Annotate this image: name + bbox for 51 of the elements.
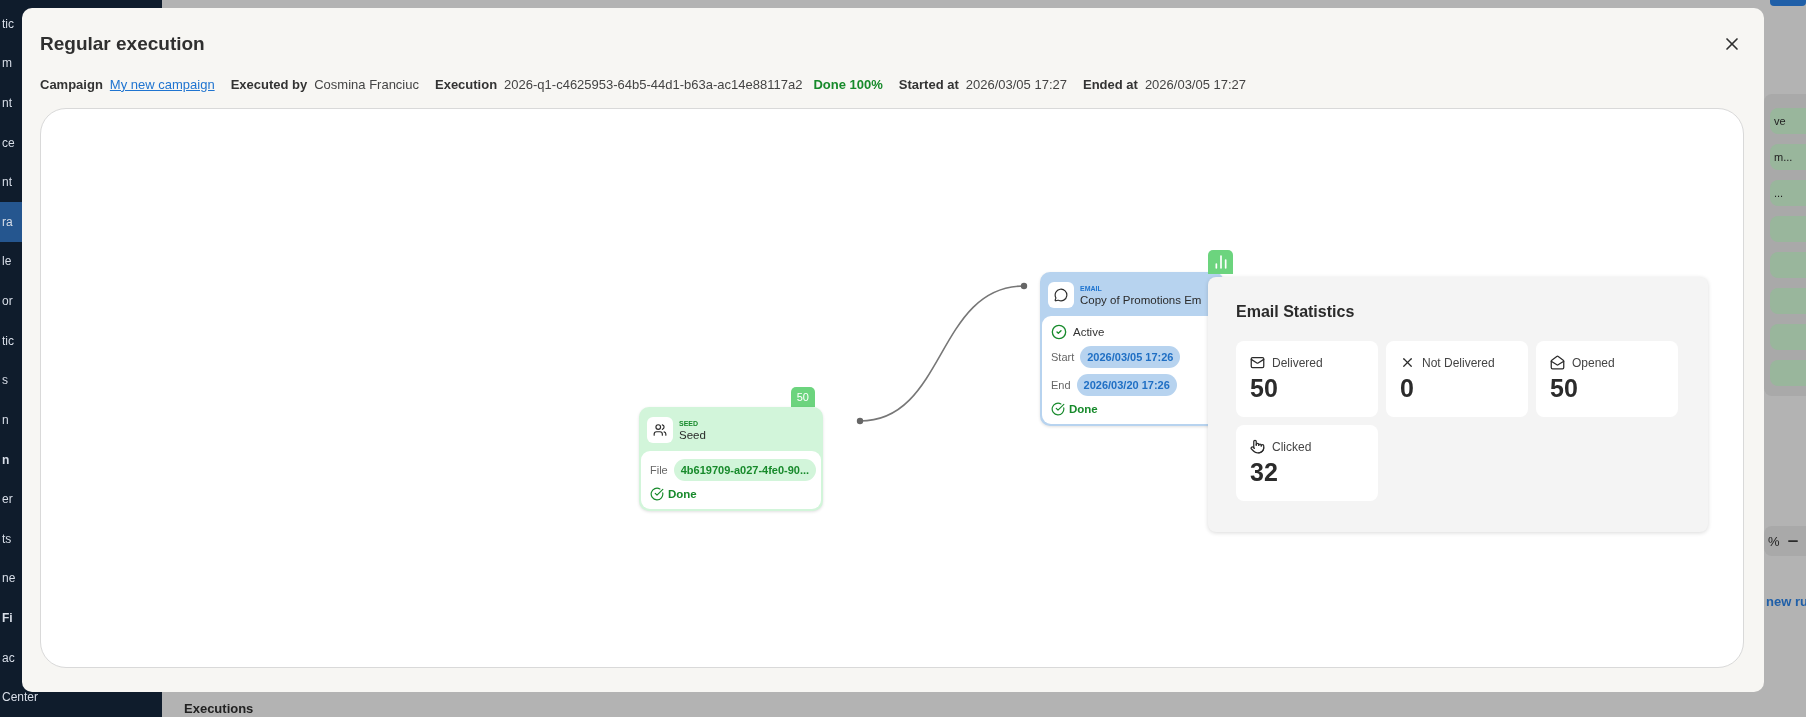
stat-label: Delivered — [1272, 355, 1323, 370]
status-text: Done 100% — [813, 76, 883, 92]
check-circle-icon — [650, 487, 664, 501]
dialog-title: Regular execution — [40, 33, 205, 55]
stat-value: 50 — [1550, 374, 1579, 403]
sidebar-heading: n — [1, 451, 11, 469]
meta-label: Started at — [898, 76, 959, 92]
section-title: Executions — [184, 701, 255, 717]
check-circle-icon — [1051, 402, 1065, 416]
node-title: Copy of Promotions Em — [1080, 293, 1202, 306]
meta-label: Execution — [435, 76, 498, 92]
cross-icon — [1400, 355, 1415, 370]
meta-value: 2026/03/05 17:27 — [965, 76, 1067, 92]
field-value: 2026/03/05 17:26 — [1080, 346, 1181, 368]
meta-label: Executed by — [230, 76, 308, 92]
zoom-reading: % — [1768, 533, 1780, 549]
meta-label: Ended at — [1082, 76, 1138, 92]
users-icon — [653, 423, 667, 437]
field-label: File — [650, 464, 668, 476]
stat-label: Not Delivered — [1422, 355, 1495, 370]
stat-value: 32 — [1250, 458, 1279, 487]
field-value: 4b619709-a027-4fe0-90... — [673, 459, 817, 481]
list-pill[interactable]: m... — [1770, 144, 1806, 170]
status-text: Done — [1069, 403, 1098, 415]
meta-value: 2026/03/05 17:27 — [1144, 76, 1247, 92]
status-text: Done — [668, 488, 697, 500]
panel-title: Email Statistics — [1236, 303, 1356, 321]
stat-value: 50 — [1250, 374, 1279, 403]
field-label: End — [1051, 379, 1071, 391]
speech-bubble-icon — [1054, 288, 1068, 302]
check-circle-icon — [1051, 324, 1067, 340]
sidebar-heading: Fi — [1, 609, 14, 627]
list-pill[interactable]: ve — [1770, 108, 1806, 134]
meta-value: 2026-q1-c4625953-64b5-44d1-b63a-ac14e88117a2 — [504, 76, 803, 92]
field-value: 2026/03/20 17:26 — [1076, 374, 1177, 396]
open-envelope-icon — [1550, 355, 1565, 370]
stat-value: 0 — [1400, 374, 1415, 403]
field-label: Start — [1051, 351, 1075, 363]
mail-icon — [1250, 355, 1265, 370]
state-text: Active — [1073, 326, 1105, 338]
list-pill[interactable]: ... — [1770, 180, 1806, 206]
pointing-hand-icon — [1250, 439, 1265, 454]
node-title: Seed — [679, 428, 706, 441]
top-button[interactable] — [1770, 0, 1806, 6]
meta-value: Cosmina Franciuc — [314, 76, 419, 92]
meta-label: Campaign — [40, 76, 103, 92]
count-badge: 50 — [790, 387, 815, 407]
stat-label: Clicked — [1272, 439, 1312, 454]
statistics-button[interactable] — [1208, 250, 1233, 274]
stat-label: Opened — [1572, 355, 1615, 370]
campaign-link[interactable]: My new campaign — [109, 76, 215, 92]
